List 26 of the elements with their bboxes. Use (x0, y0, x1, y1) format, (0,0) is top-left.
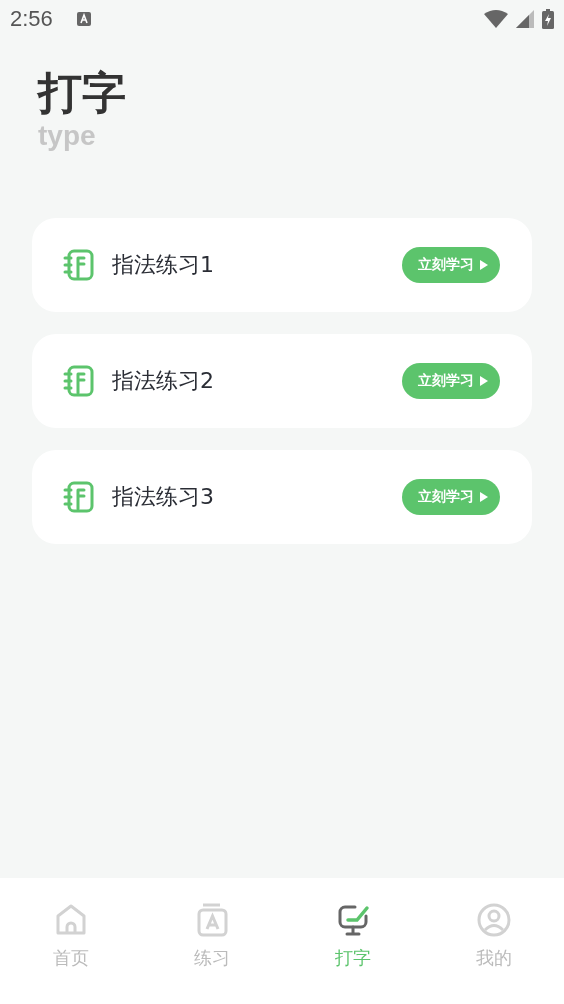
nav-tab[interactable]: 练习 (141, 878, 282, 1004)
lesson-card[interactable]: 指法练习1 立刻学习 (32, 218, 532, 312)
battery-icon (542, 9, 554, 29)
nav-tab[interactable]: 打字 (282, 878, 423, 1004)
wifi-icon (484, 10, 508, 28)
start-button[interactable]: 立刻学习 (402, 479, 500, 515)
play-icon (480, 260, 488, 270)
nav-tab[interactable]: 首页 (0, 878, 141, 1004)
notebook-icon (62, 248, 96, 282)
signal-icon (516, 10, 534, 28)
user-icon (475, 902, 512, 938)
lesson-title: 指法练习1 (112, 251, 215, 279)
keyboard-notification-icon (76, 12, 91, 26)
notebook-icon (62, 364, 96, 398)
notebook-icon (62, 480, 96, 514)
nav-tab[interactable]: 我的 (423, 878, 564, 1004)
lesson-card[interactable]: 指法练习3 立刻学习 (32, 450, 532, 544)
start-button[interactable]: 立刻学习 (402, 247, 500, 283)
lesson-card[interactable]: 指法练习2 立刻学习 (32, 334, 532, 428)
page-title: 打字 (38, 66, 127, 120)
status-time: 2:56 (10, 6, 53, 32)
lesson-title: 指法练习3 (112, 483, 215, 511)
play-icon (480, 376, 488, 386)
start-button[interactable]: 立刻学习 (402, 363, 500, 399)
play-icon (480, 492, 488, 502)
lesson-title: 指法练习2 (112, 367, 215, 395)
